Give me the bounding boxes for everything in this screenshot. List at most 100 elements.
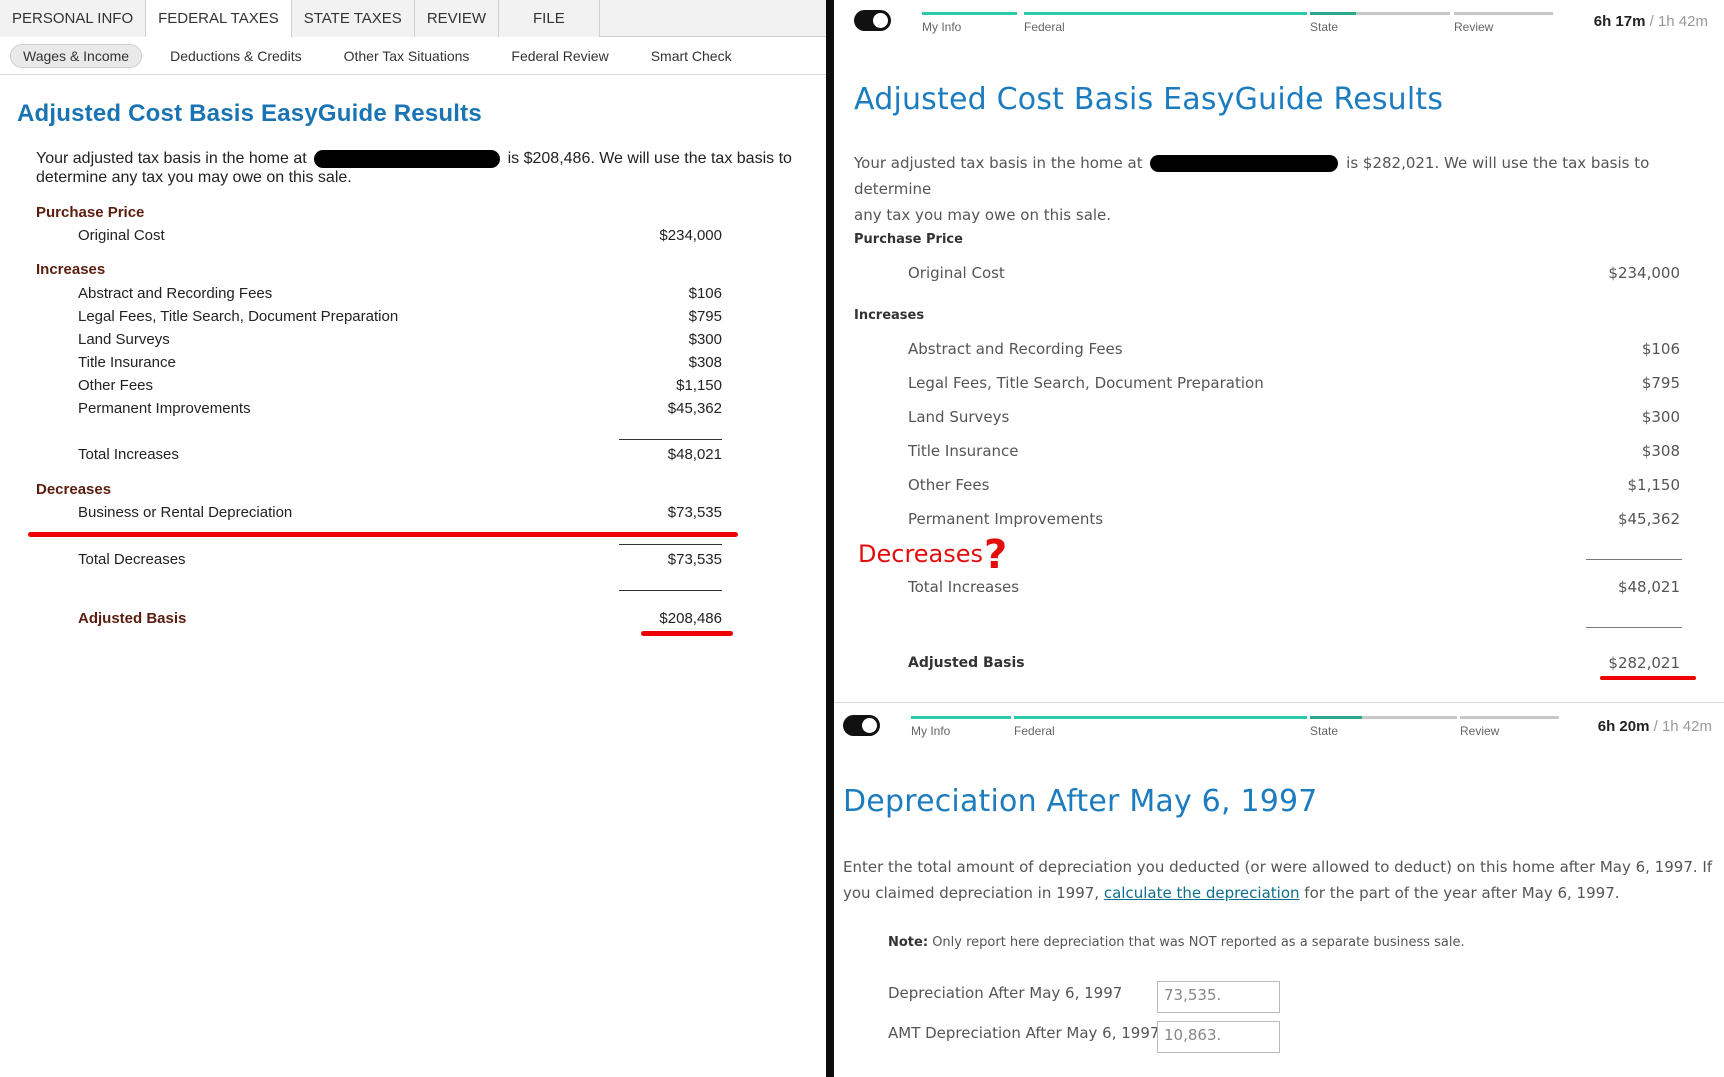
original-cost-label: Original Cost bbox=[908, 264, 1005, 282]
progress-my-info bbox=[922, 12, 1017, 15]
increase-value: $106 bbox=[1641, 340, 1680, 358]
increase-value: $300 bbox=[688, 331, 722, 348]
section-purchase-price: Purchase Price bbox=[36, 204, 145, 221]
progress-federal bbox=[1014, 716, 1307, 719]
subtotal-rule bbox=[619, 439, 722, 440]
page-title: Depreciation After May 6, 1997 bbox=[843, 784, 1318, 819]
progress-label-federal[interactable]: Federal bbox=[1024, 20, 1065, 34]
increase-label: Title Insurance bbox=[908, 442, 1019, 460]
progress-review bbox=[1454, 12, 1553, 15]
intro-line2: any tax you may owe on this sale. bbox=[854, 206, 1112, 224]
timer-elapsed: 6h 17m bbox=[1593, 13, 1646, 30]
increase-value: $106 bbox=[688, 285, 722, 302]
red-underline-annotation bbox=[28, 532, 738, 537]
depreciation-label: Business or Rental Depreciation bbox=[78, 504, 293, 521]
increase-value: $45,362 bbox=[667, 400, 722, 417]
depreciation-value: $73,535 bbox=[667, 504, 722, 521]
progress-state-empty bbox=[1362, 716, 1457, 719]
progress-state-empty bbox=[1356, 12, 1450, 15]
section-purchase-price: Purchase Price bbox=[854, 232, 963, 247]
progress-label-my-info[interactable]: My Info bbox=[911, 724, 950, 738]
redacted-address bbox=[1150, 155, 1339, 172]
intro-before: Your adjusted tax basis in the home at bbox=[854, 154, 1143, 172]
panel-divider bbox=[826, 0, 834, 1077]
subtotal-rule bbox=[1586, 627, 1682, 628]
total-increases-value: $48,021 bbox=[1617, 578, 1680, 596]
redacted-address bbox=[314, 149, 501, 168]
intro-before: Your adjusted tax basis in the home at bbox=[36, 150, 307, 167]
timer-total: / 1h 42m bbox=[1653, 718, 1712, 735]
tab-federal-taxes[interactable]: FEDERAL TAXES bbox=[146, 0, 292, 38]
progress-label-state[interactable]: State bbox=[1310, 724, 1338, 738]
session-timer: 6h 17m / 1h 42m bbox=[1594, 13, 1708, 30]
amt-depreciation-input[interactable]: 10,863. bbox=[1157, 1021, 1280, 1053]
page-title: Adjusted Cost Basis EasyGuide Results bbox=[854, 82, 1444, 117]
instructions-line1: Enter the total amount of depreciation y… bbox=[843, 858, 1713, 876]
original-cost-value: $234,000 bbox=[659, 227, 722, 244]
timer-total: / 1h 42m bbox=[1649, 13, 1708, 30]
instructions-text: Enter the total amount of depreciation y… bbox=[843, 854, 1713, 906]
intro-line2: determine any tax you may owe on this sa… bbox=[36, 169, 352, 186]
sub-nav: Wages & Income Deductions & Credits Othe… bbox=[0, 37, 826, 75]
tab-review[interactable]: REVIEW bbox=[414, 0, 500, 37]
adjusted-basis-label: Adjusted Basis bbox=[908, 655, 1025, 671]
progress-my-info bbox=[911, 716, 1011, 719]
tab-file[interactable]: FILE bbox=[499, 0, 600, 37]
theme-toggle[interactable] bbox=[854, 10, 891, 31]
subnav-wages-income[interactable]: Wages & Income bbox=[10, 43, 143, 68]
total-increases-value: $48,021 bbox=[667, 446, 722, 463]
red-underline-annotation bbox=[641, 631, 733, 636]
subnav-deductions-credits[interactable]: Deductions & Credits bbox=[170, 48, 302, 64]
left-panel: PERSONAL INFO FEDERAL TAXES STATE TAXES … bbox=[0, 0, 826, 1077]
increase-value: $308 bbox=[1641, 442, 1680, 460]
total-decreases-label: Total Decreases bbox=[78, 551, 186, 568]
progress-state-filled bbox=[1310, 12, 1356, 15]
section-increases: Increases bbox=[36, 261, 106, 278]
intro-text: Your adjusted tax basis in the home at i… bbox=[36, 149, 816, 187]
increase-value: $300 bbox=[1641, 408, 1680, 426]
instructions-line2-after: for the part of the year after May 6, 19… bbox=[1304, 884, 1620, 902]
progress-label-review[interactable]: Review bbox=[1460, 724, 1499, 738]
increase-value: $1,150 bbox=[676, 377, 722, 394]
tab-state-taxes[interactable]: STATE TAXES bbox=[291, 0, 415, 37]
increase-label: Abstract and Recording Fees bbox=[908, 340, 1123, 358]
session-timer: 6h 20m / 1h 42m bbox=[1598, 718, 1712, 735]
page-title: Adjusted Cost Basis EasyGuide Results bbox=[17, 100, 482, 127]
increase-label: Land Surveys bbox=[78, 331, 170, 348]
subnav-smart-check[interactable]: Smart Check bbox=[651, 48, 732, 64]
progress-label-state[interactable]: State bbox=[1310, 20, 1338, 34]
subtotal-rule bbox=[1586, 559, 1682, 560]
total-decreases-value: $73,535 bbox=[667, 551, 722, 568]
subnav-other-tax-situations[interactable]: Other Tax Situations bbox=[344, 48, 470, 64]
theme-toggle[interactable] bbox=[843, 715, 880, 736]
red-underline-annotation bbox=[1600, 676, 1696, 680]
increase-label: Abstract and Recording Fees bbox=[78, 285, 273, 302]
progress-label-my-info[interactable]: My Info bbox=[922, 20, 961, 34]
subnav-federal-review[interactable]: Federal Review bbox=[511, 48, 608, 64]
increase-label: Permanent Improvements bbox=[908, 510, 1104, 528]
increase-label: Legal Fees, Title Search, Document Prepa… bbox=[78, 308, 399, 325]
progress-label-federal[interactable]: Federal bbox=[1014, 724, 1055, 738]
intro-after: is $208,486. We will use the tax basis t… bbox=[507, 150, 792, 167]
increase-label: Permanent Improvements bbox=[78, 400, 251, 417]
note-label: Note: bbox=[888, 935, 929, 950]
total-increases-label: Total Increases bbox=[78, 446, 179, 463]
increase-value: $795 bbox=[1641, 374, 1680, 392]
right-top-panel: My Info Federal State Review 6h 17m / 1h… bbox=[834, 0, 1724, 703]
depreciation-input[interactable]: 73,535. bbox=[1157, 981, 1280, 1013]
progress-label-review[interactable]: Review bbox=[1454, 20, 1493, 34]
increase-label: Land Surveys bbox=[908, 408, 1010, 426]
adjusted-basis-value: $208,486 bbox=[659, 610, 722, 627]
timer-elapsed: 6h 20m bbox=[1597, 718, 1650, 735]
progress-review bbox=[1460, 716, 1559, 719]
original-cost-value: $234,000 bbox=[1608, 264, 1680, 282]
increase-value: $45,362 bbox=[1617, 510, 1680, 528]
calculate-depreciation-link[interactable]: calculate the depreciation bbox=[1104, 884, 1300, 902]
top-tab-bar: PERSONAL INFO FEDERAL TAXES STATE TAXES … bbox=[0, 0, 826, 38]
right-bottom-panel: My Info Federal State Review 6h 20m / 1h… bbox=[834, 704, 1724, 1077]
toggle-knob bbox=[873, 13, 888, 28]
tab-personal-info[interactable]: PERSONAL INFO bbox=[0, 0, 147, 37]
subtotal-rule bbox=[619, 544, 722, 545]
section-increases: Increases bbox=[854, 308, 925, 323]
note-text: Note: Only report here depreciation that… bbox=[888, 935, 1465, 950]
